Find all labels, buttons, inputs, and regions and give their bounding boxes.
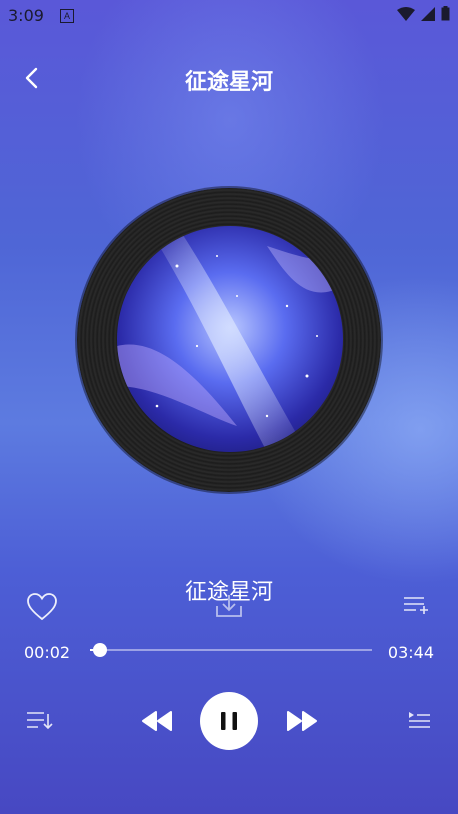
queue-list-icon [27, 712, 53, 730]
play-queue-button[interactable] [406, 710, 434, 734]
rewind-icon [142, 711, 172, 731]
favorite-button[interactable] [26, 592, 58, 622]
status-icons [397, 6, 450, 21]
fast-forward-icon [287, 711, 317, 731]
wifi-icon [397, 6, 415, 21]
playlist-add-icon [404, 597, 428, 614]
current-time: 00:02 [24, 643, 71, 662]
pause-icon [221, 712, 237, 730]
signal-icon [421, 6, 435, 21]
status-time: 3:09 [8, 6, 44, 25]
album-art [117, 226, 343, 452]
download-button[interactable] [214, 592, 244, 620]
progress-track[interactable] [90, 649, 372, 651]
battery-icon [441, 6, 450, 21]
total-time: 03:44 [387, 643, 434, 662]
add-to-playlist-button[interactable] [402, 594, 430, 618]
playlist-play-icon [409, 712, 430, 728]
previous-button[interactable] [140, 708, 174, 734]
next-button[interactable] [285, 708, 319, 734]
pause-button[interactable] [200, 692, 258, 750]
progress-knob[interactable] [93, 643, 107, 657]
playlist-button[interactable] [26, 710, 54, 734]
status-indicator-icon: A [60, 9, 74, 23]
download-icon [216, 595, 242, 617]
page-title: 征途星河 [184, 70, 273, 95]
heart-icon [27, 593, 57, 621]
